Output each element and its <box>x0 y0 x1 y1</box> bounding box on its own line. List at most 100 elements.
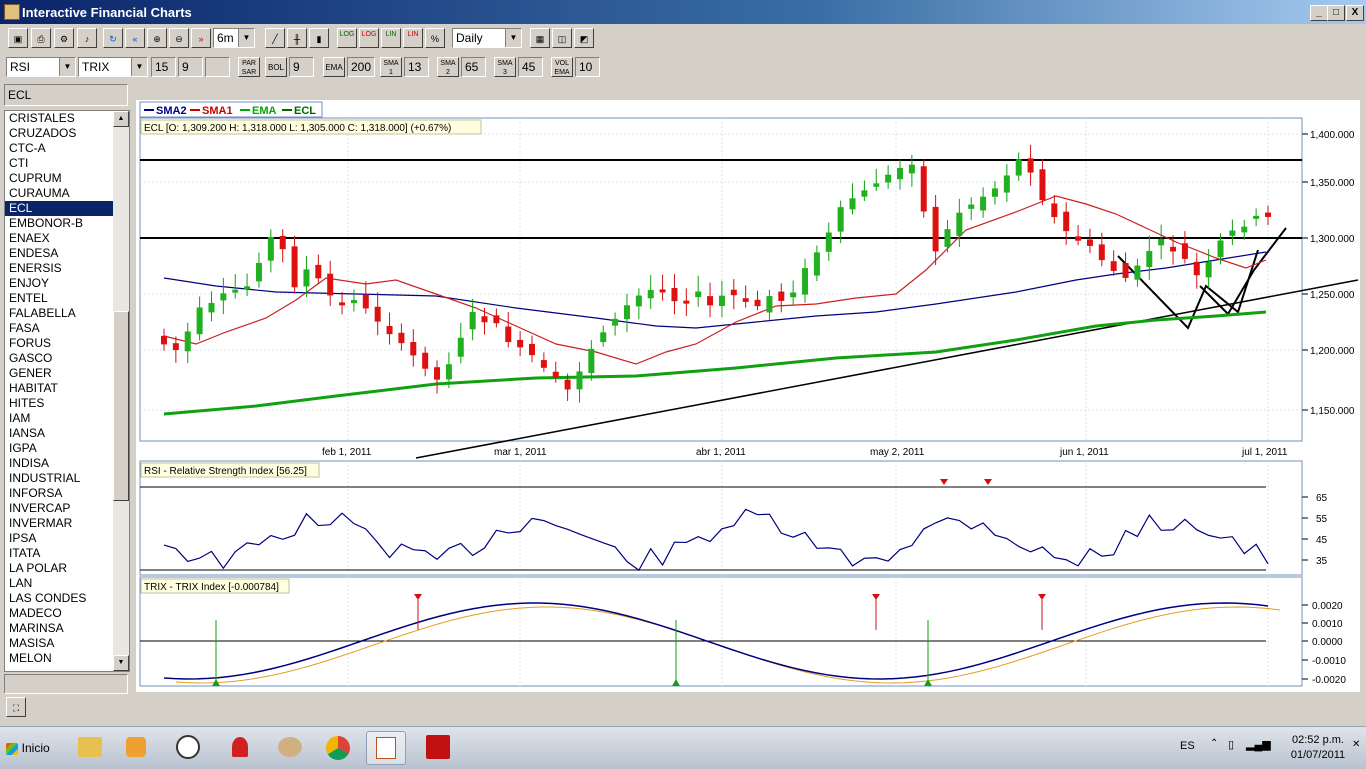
log-off-button[interactable]: LOG <box>359 28 379 48</box>
ema-input[interactable]: 200 <box>347 57 375 77</box>
interval-select[interactable]: Daily ▼ <box>452 28 522 48</box>
sidebar-item-entel[interactable]: ENTEL <box>5 291 113 306</box>
sidebar-item-gasco[interactable]: GASCO <box>5 351 113 366</box>
pushpin-icon[interactable] <box>220 731 260 765</box>
back-icon[interactable]: « <box>125 28 145 48</box>
sma1-input[interactable]: 13 <box>404 57 429 77</box>
sound-icon[interactable]: ♪ <box>77 28 97 48</box>
vol-ema-input[interactable]: 10 <box>575 57 600 77</box>
sidebar-item-itata[interactable]: ITATA <box>5 546 113 561</box>
network-icon[interactable]: ▂▄▆ <box>1246 738 1271 751</box>
lin-off-button[interactable]: LIN <box>403 28 423 48</box>
zoom-out-icon[interactable]: ⊖ <box>169 28 189 48</box>
indicator2-select[interactable]: TRIX ▼ <box>78 57 148 77</box>
sidebar-item-indisa[interactable]: INDISA <box>5 456 113 471</box>
indicator-param2-input[interactable]: 9 <box>178 57 203 77</box>
chart-area[interactable]: 1,400.000 1,350.000 1,300.000 1,250.000 1,20… <box>136 100 1360 692</box>
settings-icon[interactable]: ⚙ <box>54 28 74 48</box>
vol-ema-button[interactable]: VOL EMA <box>551 57 573 77</box>
sidebar-item-inforsa[interactable]: INFORSA <box>5 486 113 501</box>
sidebar-item-la-polar[interactable]: LA POLAR <box>5 561 113 576</box>
sidebar-item-falabella[interactable]: FALABELLA <box>5 306 113 321</box>
sma3-button[interactable]: SMA 3 <box>494 57 516 77</box>
symbol-list[interactable]: CRISTALES CRUZADOS CTC-A CTI CUPRUM CURAUMA EC… <box>4 110 130 672</box>
sidebar-item-endesa[interactable]: ENDESA <box>5 246 113 261</box>
sidebar-item-melon[interactable]: MELON <box>5 651 113 666</box>
refresh-icon[interactable]: ↻ <box>103 28 123 48</box>
show-desktop-icon[interactable]: ✕ <box>1352 739 1360 750</box>
percent-button[interactable]: % <box>425 28 445 48</box>
minimize-button[interactable]: _ <box>1310 5 1328 21</box>
sidebar-item-masisa[interactable]: MASISA <box>5 636 113 651</box>
clock-date[interactable]: 01/07/2011 <box>1288 749 1348 761</box>
symbol-input[interactable]: ECL <box>4 84 128 106</box>
symbol-list-scrollbar[interactable]: ▲ ▼ <box>113 111 129 671</box>
clock-icon[interactable] <box>168 731 208 765</box>
sidebar-item-iam[interactable]: IAM <box>5 411 113 426</box>
par-sar-button[interactable]: PAR SAR <box>238 57 260 77</box>
sidebar-item-gener[interactable]: GENER <box>5 366 113 381</box>
scroll-thumb[interactable] <box>113 311 129 501</box>
bol-button[interactable]: BOL <box>265 57 287 77</box>
pdf-icon[interactable] <box>418 731 458 765</box>
scroll-down-icon[interactable]: ▼ <box>113 655 129 671</box>
start-button[interactable]: Inicio <box>2 731 54 765</box>
sidebar-item-ecl[interactable]: ECL <box>5 201 113 216</box>
java-taskbar-icon[interactable] <box>366 731 406 765</box>
sidebar-item-industrial[interactable]: INDUSTRIAL <box>5 471 113 486</box>
period-select[interactable]: 6m ▼ <box>213 28 255 48</box>
log-button[interactable]: LOG <box>337 28 357 48</box>
sidebar-item-invermar[interactable]: INVERMAR <box>5 516 113 531</box>
ema-button[interactable]: EMA <box>323 57 345 77</box>
sma1-button[interactable]: SMA 1 <box>380 57 402 77</box>
sidebar-item-forus[interactable]: FORUS <box>5 336 113 351</box>
save-icon[interactable]: ▣ <box>8 28 28 48</box>
sidebar-item-igpa[interactable]: IGPA <box>5 441 113 456</box>
bol-input[interactable]: 9 <box>289 57 314 77</box>
show-hidden-icon[interactable]: ⌃ <box>1210 738 1218 749</box>
compare-icon[interactable]: ◩ <box>574 28 594 48</box>
sidebar-item-curauma[interactable]: CURAUMA <box>5 186 113 201</box>
color-icon[interactable]: ▦ <box>530 28 550 48</box>
candle-chart-icon[interactable]: ▮ <box>309 28 329 48</box>
sidebar-item-madeco[interactable]: MADECO <box>5 606 113 621</box>
sidebar-item-enaex[interactable]: ENAEX <box>5 231 113 246</box>
sidebar-item-enersis[interactable]: ENERSIS <box>5 261 113 276</box>
paint-icon[interactable] <box>270 731 310 765</box>
sidebar-item-lan[interactable]: LAN <box>5 576 113 591</box>
sma3-input[interactable]: 45 <box>518 57 543 77</box>
sidebar-item-cti[interactable]: CTI <box>5 156 113 171</box>
indicator-param3-input[interactable] <box>205 57 230 77</box>
line-chart-icon[interactable]: ╱ <box>265 28 285 48</box>
sidebar-item-hites[interactable]: HITES <box>5 396 113 411</box>
language-indicator[interactable]: ES <box>1180 740 1195 752</box>
sidebar-item-fasa[interactable]: FASA <box>5 321 113 336</box>
chrome-icon[interactable] <box>318 731 358 765</box>
sidebar-item-embonor-b[interactable]: EMBONOR-B <box>5 216 113 231</box>
sidebar-item-habitat[interactable]: HABITAT <box>5 381 113 396</box>
media-player-icon[interactable] <box>116 731 156 765</box>
maximize-button[interactable]: □ <box>1327 5 1345 21</box>
fit-icon[interactable]: ⛶ <box>6 697 26 717</box>
sidebar-item-enjoy[interactable]: ENJOY <box>5 276 113 291</box>
chart-svg[interactable]: 1,400.000 1,350.000 1,300.000 1,250.000 1,20… <box>136 100 1360 692</box>
indicator-param1-input[interactable]: 15 <box>151 57 176 77</box>
sma2-button[interactable]: SMA 2 <box>437 57 459 77</box>
zoom-in-icon[interactable]: ⊕ <box>147 28 167 48</box>
lin-button[interactable]: LIN <box>381 28 401 48</box>
indicator1-select[interactable]: RSI ▼ <box>6 57 76 77</box>
print-icon[interactable]: ⎙ <box>31 28 51 48</box>
sma2-input[interactable]: 65 <box>461 57 486 77</box>
close-button[interactable]: X <box>1346 5 1364 21</box>
sidebar-item-invercap[interactable]: INVERCAP <box>5 501 113 516</box>
explorer-icon[interactable] <box>70 731 110 765</box>
bar-chart-icon[interactable]: ╫ <box>287 28 307 48</box>
sidebar-item-ipsa[interactable]: IPSA <box>5 531 113 546</box>
sidebar-item-cruzados[interactable]: CRUZADOS <box>5 126 113 141</box>
battery-icon[interactable]: ▯ <box>1228 738 1234 751</box>
sidebar-item-marinsa[interactable]: MARINSA <box>5 621 113 636</box>
clock-time[interactable]: 02:52 p.m. <box>1288 734 1348 746</box>
chart-view-icon[interactable]: ◫ <box>552 28 572 48</box>
sidebar-item-iansa[interactable]: IANSA <box>5 426 113 441</box>
sidebar-bottom-field[interactable] <box>4 674 128 694</box>
